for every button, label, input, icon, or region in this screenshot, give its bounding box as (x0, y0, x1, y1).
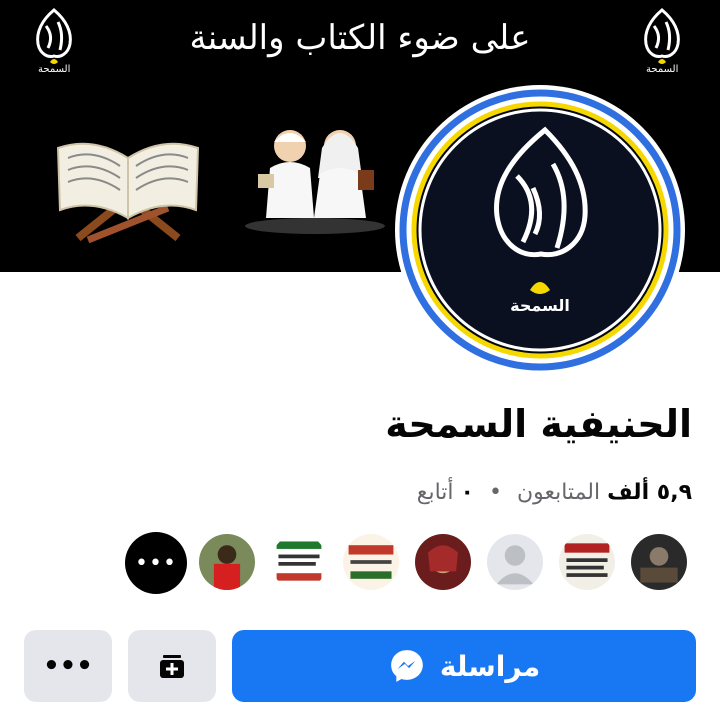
children-reading-icon (245, 130, 385, 234)
profile-stats: ٥,٩ ألف المتابعون • ٠ أتابع (417, 480, 692, 505)
follower-avatar[interactable] (269, 532, 329, 592)
messenger-icon (391, 650, 423, 682)
quran-icon (56, 142, 200, 244)
more-followers-button[interactable]: ••• (125, 532, 187, 594)
following-label: أتابع (416, 480, 454, 505)
followers-label: المتابعون (516, 480, 601, 505)
followers-link[interactable]: ٥,٩ ألف المتابعون (510, 480, 692, 505)
avatar-caption: السمحة (510, 296, 570, 315)
follower-avatar[interactable] (557, 532, 617, 592)
followers-count: ٥,٩ ألف (607, 480, 692, 505)
follower-avatar[interactable] (413, 532, 473, 592)
message-button-label: مراسلة (439, 649, 541, 683)
profile-avatar[interactable]: السمحة (385, 84, 695, 376)
page-title: الحنيفية السمحة (385, 402, 692, 446)
follower-avatar[interactable] (197, 532, 257, 592)
follow-button[interactable] (128, 630, 216, 702)
follower-avatar[interactable] (629, 532, 689, 592)
more-dots-icon: ••• (43, 651, 93, 681)
more-dots-icon: ••• (135, 550, 177, 576)
following-count: ٠ (460, 480, 474, 505)
avatar (395, 85, 685, 375)
separator: • (488, 480, 502, 505)
logo-caption: السمحة (646, 64, 679, 75)
more-options-button[interactable]: ••• (24, 630, 112, 702)
cover-title: على ضوء الكتاب والسنة (189, 18, 531, 58)
message-button[interactable]: مراسلة (232, 630, 696, 702)
follower-avatars: ••• (0, 532, 720, 594)
logo-caption: السمحة (38, 64, 71, 75)
follower-avatar[interactable] (341, 532, 401, 592)
follow-add-icon (160, 655, 184, 678)
follower-avatar[interactable] (485, 532, 545, 592)
following-link[interactable]: ٠ أتابع (417, 480, 474, 505)
